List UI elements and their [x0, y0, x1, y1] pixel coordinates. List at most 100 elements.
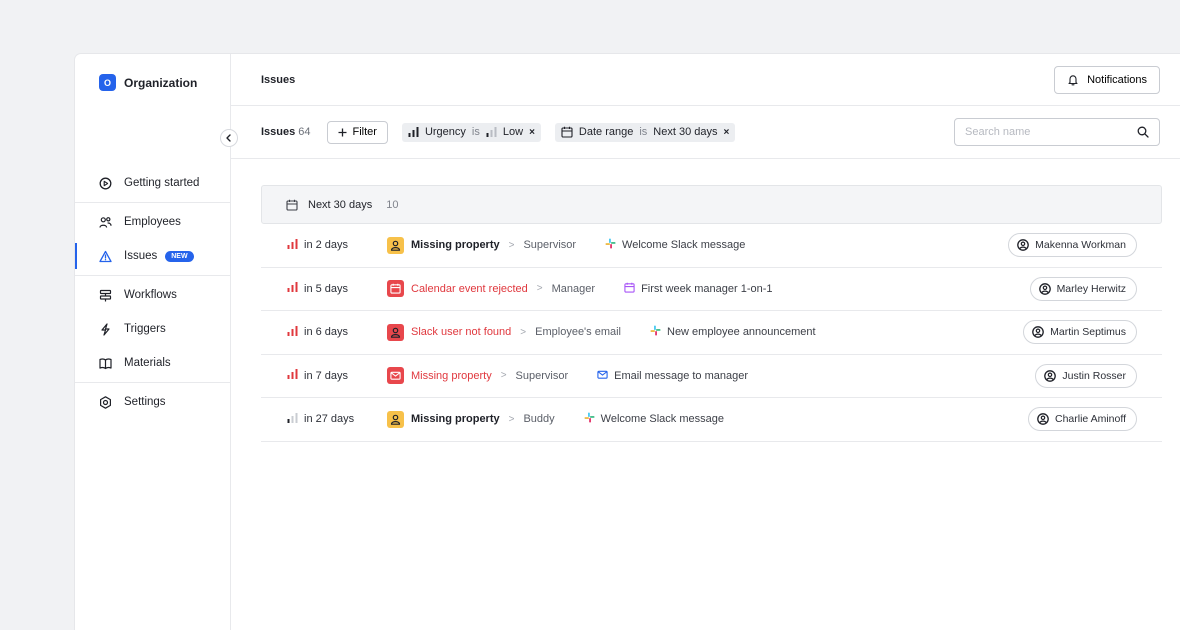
issue-property: Buddy	[523, 413, 555, 426]
group-count: 10	[386, 198, 399, 211]
chevron-right-icon: >	[508, 413, 515, 425]
notifications-button[interactable]: Notifications	[1054, 66, 1160, 94]
collapse-sidebar-button[interactable]	[220, 129, 238, 147]
assignee-chip[interactable]: Charlie Aminoff	[1027, 407, 1137, 432]
low-urgency-icon	[486, 127, 497, 137]
sidebar-item-workflows[interactable]: Workflows	[75, 278, 230, 312]
sidebar-item-label: Settings	[124, 396, 166, 408]
nav-divider	[75, 382, 230, 383]
sidebar-item-materials[interactable]: Materials	[75, 346, 230, 380]
issue-title[interactable]: Calendar event rejected	[411, 283, 528, 295]
person-icon	[387, 410, 404, 428]
new-badge: NEW	[165, 250, 194, 262]
org-avatar: O	[99, 74, 116, 91]
assignee-name: Makenna Workman	[1035, 239, 1126, 252]
table-row[interactable]: in 6 days Slack user not found > Employee's…	[261, 311, 1162, 355]
table-row[interactable]: in 2 days Missing property > Supervisor Welc…	[261, 224, 1162, 268]
search-icon[interactable]	[1137, 126, 1149, 138]
assignee-chip[interactable]: Makenna Workman	[1008, 233, 1137, 258]
assignee-chip[interactable]: Martin Septimus	[1023, 320, 1137, 345]
urgency-filter-chip[interactable]: Urgency is Low ×	[401, 122, 541, 142]
main-panel: Issues Notifications Issues 64 Filter Urg…	[231, 54, 1180, 630]
user-circle-icon	[1032, 326, 1044, 339]
issue-cell: Calendar event rejected > Manager First wee…	[387, 280, 773, 298]
urgency-bars-icon	[287, 369, 298, 382]
workflow-link[interactable]: New employee announcement	[650, 325, 816, 339]
issue-title[interactable]: Missing property	[411, 370, 492, 382]
top-bar: Issues Notifications	[231, 54, 1180, 106]
issue-title[interactable]: Slack user not found	[411, 326, 511, 338]
assignee-name: Marley Herwitz	[1056, 282, 1126, 295]
notifications-label: Notifications	[1087, 74, 1147, 86]
sidebar-item-issues[interactable]: Issues NEW	[75, 239, 230, 273]
urgency-bars-icon	[287, 412, 298, 426]
nav-divider	[75, 275, 230, 276]
assignee-chip[interactable]: Marley Herwitz	[1029, 276, 1137, 301]
sidebar-item-settings[interactable]: Settings	[75, 385, 230, 419]
table-row[interactable]: in 7 days Missing property > Supervisor Emai…	[261, 355, 1162, 398]
assignee-chip[interactable]: Justin Rosser	[1035, 363, 1137, 388]
add-filter-button[interactable]: Filter	[326, 120, 388, 144]
user-circle-icon	[1037, 413, 1049, 426]
due-cell: in 6 days	[287, 325, 348, 339]
warning-triangle-icon	[99, 250, 112, 263]
chevron-right-icon: >	[520, 326, 527, 338]
slack-icon	[605, 238, 616, 252]
due-cell: in 7 days	[287, 369, 348, 382]
issue-property: Supervisor	[515, 369, 569, 382]
page-title: Issues	[261, 74, 296, 86]
chip-value: Low	[502, 126, 524, 138]
workflow-name: Email message to manager	[614, 369, 749, 382]
assignee-name: Justin Rosser	[1062, 369, 1126, 382]
assignee-name: Martin Septimus	[1050, 326, 1126, 339]
due-label: in 27 days	[304, 413, 355, 426]
issue-property: Supervisor	[523, 239, 577, 252]
user-circle-icon	[1044, 369, 1057, 382]
sidebar-item-triggers[interactable]: Triggers	[75, 312, 230, 346]
issue-title[interactable]: Missing property	[411, 413, 500, 425]
workflow-name: First week manager 1-on-1	[641, 282, 773, 295]
workflow-name: Welcome Slack message	[600, 413, 724, 426]
slack-icon	[584, 412, 595, 426]
table-row[interactable]: in 5 days Calendar event rejected > Manager…	[261, 268, 1162, 311]
gear-icon	[99, 395, 112, 409]
urgency-bars-icon	[287, 282, 298, 295]
group-header[interactable]: Next 30 days 10	[261, 185, 1162, 224]
chevron-right-icon: >	[536, 283, 543, 295]
table-row[interactable]: in 27 days Missing property > Buddy Welcome …	[261, 398, 1162, 442]
chevron-left-icon	[226, 134, 231, 142]
urgency-bars-icon	[408, 127, 419, 137]
workflow-name: New employee announcement	[667, 326, 816, 339]
due-label: in 7 days	[304, 369, 349, 382]
workflow-link[interactable]: Welcome Slack message	[605, 238, 745, 252]
chip-operator: is	[471, 126, 480, 138]
org-name: Organization	[124, 75, 198, 90]
org-switcher[interactable]: O Organization	[99, 74, 197, 91]
sidebar-item-employees[interactable]: Employees	[75, 205, 230, 239]
issues-label: Issues	[261, 126, 296, 138]
due-cell: in 2 days	[287, 238, 348, 252]
plus-icon	[338, 128, 346, 136]
workflow-link[interactable]: Welcome Slack message	[584, 412, 724, 426]
sidebar-item-label: Materials	[124, 357, 171, 369]
remove-filter-icon[interactable]: ×	[724, 127, 730, 138]
issues-count-label: Issues 64	[261, 126, 311, 138]
search-input[interactable]	[965, 126, 1115, 138]
sidebar: O Organization Getting started Employees	[75, 54, 238, 630]
sidebar-item-label: Employees	[124, 216, 181, 228]
issue-cell: Slack user not found > Employee's email New…	[387, 323, 816, 341]
issue-cell: Missing property > Supervisor Email message…	[387, 367, 748, 385]
sidebar-item-getting-started[interactable]: Getting started	[75, 166, 230, 200]
assignee-name: Charlie Aminoff	[1054, 413, 1126, 426]
due-label: in 5 days	[304, 282, 349, 295]
date-range-filter-chip[interactable]: Date range is Next 30 days ×	[554, 122, 736, 142]
sidebar-item-label: Issues	[124, 250, 158, 262]
workflow-link[interactable]: Email message to manager	[597, 369, 748, 383]
remove-filter-icon[interactable]: ×	[529, 127, 535, 138]
calendar-icon	[286, 199, 298, 211]
issues-count: 64	[298, 126, 311, 138]
book-icon	[99, 357, 112, 370]
lightning-icon	[99, 322, 112, 336]
issue-title[interactable]: Missing property	[411, 239, 500, 251]
workflow-link[interactable]: First week manager 1-on-1	[624, 282, 773, 296]
